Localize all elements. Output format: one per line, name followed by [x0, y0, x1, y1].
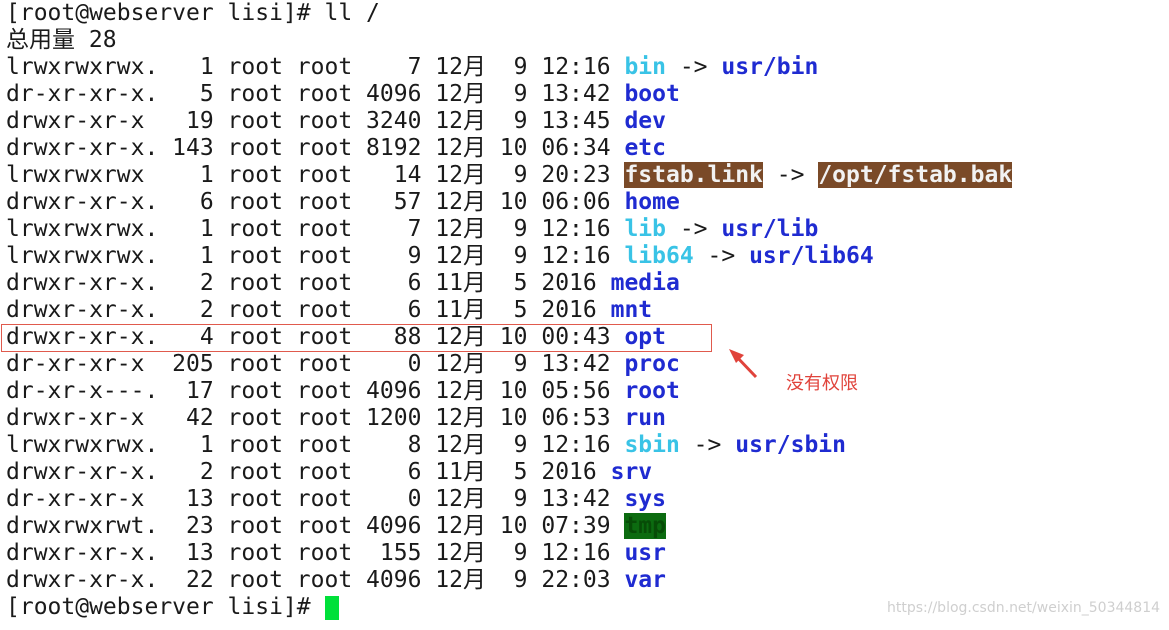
listing-row: drwxr-xr-x. 6 root root 57 12月 10 06:06 … [6, 189, 1012, 216]
entry-name: lib64 [624, 243, 694, 269]
entry-name: run [624, 405, 666, 431]
entry-meta: lrwxrwxrwx 1 root root 14 12月 9 20:23 [6, 162, 625, 188]
listing-row: lrwxrwxrwx 1 root root 14 12月 9 20:23 fs… [6, 162, 1013, 189]
entry-name: boot [624, 81, 680, 107]
listing-row: drwxr-xr-x. 13 root root 155 12月 9 12:16… [6, 540, 1012, 567]
entry-name: bin [624, 54, 666, 80]
entry-name: etc [624, 135, 666, 161]
entry-meta: drwxr-xr-x. 2 root root 6 11月 5 2016 [6, 270, 611, 296]
entry-meta: drwxrwxrwt. 23 root root 4096 12月 10 07:… [6, 513, 625, 539]
symlink-arrow: -> [665, 54, 722, 80]
entry-name: var [624, 567, 666, 593]
entry-name: srv [610, 459, 653, 485]
listing-row: dr-xr-x---. 17 root root 4096 12月 10 05:… [6, 378, 1012, 405]
entry-name: sbin [624, 432, 680, 458]
listing-row: lrwxrwxrwx. 1 root root 9 12月 9 12:16 li… [6, 243, 1012, 270]
listing-row: lrwxrwxrwx. 1 root root 7 12月 9 12:16 bi… [6, 54, 1012, 81]
listing-row: dr-xr-xr-x 13 root root 0 12月 9 13:42 sy… [6, 486, 1012, 513]
listing-row: drwxr-xr-x 19 root root 3240 12月 9 13:45… [6, 108, 1012, 135]
command-line: [root@webserver lisi]# ll / [6, 0, 380, 26]
entry-meta: lrwxrwxrwx. 1 root root 8 12月 9 12:16 [6, 432, 625, 458]
symlink-target: /opt/fstab.bak [818, 162, 1013, 188]
annotation-arrow-icon [729, 349, 758, 379]
symlink-target: usr/bin [721, 54, 819, 80]
entry-meta: drwxr-xr-x. 2 root root 6 11月 5 2016 [6, 297, 611, 323]
entry-meta: drwxr-xr-x. 22 root root 4096 12月 9 22:0… [6, 567, 625, 593]
entry-meta: drwxr-xr-x 19 root root 3240 12月 9 13:45 [6, 108, 625, 134]
entry-meta: drwxr-xr-x. 2 root root 6 11月 5 2016 [6, 459, 611, 485]
entry-meta: dr-xr-xr-x 205 root root 0 12月 9 13:42 [6, 351, 625, 377]
entry-meta: dr-xr-xr-x 13 root root 0 12月 9 13:42 [6, 486, 625, 512]
entry-meta: lrwxrwxrwx. 1 root root 7 12月 9 12:16 [6, 54, 625, 80]
listing-row: drwxr-xr-x. 2 root root 6 11月 5 2016 med… [6, 270, 1012, 297]
entry-name: lib [624, 216, 666, 242]
entry-name: home [624, 189, 680, 215]
symlink-arrow: -> [693, 243, 750, 269]
entry-meta: drwxr-xr-x. 143 root root 8192 12月 10 06… [6, 135, 625, 161]
listing-row: lrwxrwxrwx. 1 root root 8 12月 9 12:16 sb… [6, 432, 1012, 459]
entry-meta: dr-xr-x---. 17 root root 4096 12月 10 05:… [6, 378, 625, 404]
entry-name: sys [624, 486, 666, 512]
entry-name: root [624, 378, 680, 404]
listing-row: dr-xr-xr-x 205 root root 0 12月 9 13:42 p… [6, 351, 1012, 378]
listing-row: lrwxrwxrwx. 1 root root 7 12月 9 12:16 li… [6, 216, 1012, 243]
entry-name: proc [624, 351, 680, 377]
cursor [324, 595, 339, 620]
listing-row: drwxr-xr-x. 2 root root 6 11月 5 2016 srv [6, 459, 1012, 486]
entry-name: mnt [610, 297, 653, 323]
entry-meta: drwxr-xr-x. 13 root root 155 12月 9 12:16 [6, 540, 625, 566]
entry-name: tmp [624, 513, 666, 539]
entry-name: fstab.link [624, 162, 763, 188]
listing-row: drwxr-xr-x. 2 root root 6 11月 5 2016 mnt [6, 297, 1012, 324]
opt-highlight-box [1, 324, 712, 352]
total-line: 总用量 28 [6, 27, 117, 53]
entry-name: usr [624, 540, 666, 566]
symlink-arrow: -> [762, 162, 819, 188]
symlink-target: usr/lib [721, 216, 819, 242]
annotation-text: 没有权限 [786, 373, 858, 394]
prompt-line: [root@webserver lisi]# [6, 594, 1012, 621]
entry-meta: dr-xr-xr-x. 5 root root 4096 12月 9 13:42 [6, 81, 625, 107]
entry-meta: lrwxrwxrwx. 1 root root 9 12月 9 12:16 [6, 243, 625, 269]
symlink-arrow: -> [679, 432, 736, 458]
listing-row: drwxrwxrwt. 23 root root 4096 12月 10 07:… [6, 513, 1012, 540]
listing-row: drwxr-xr-x. 143 root root 8192 12月 10 06… [6, 135, 1012, 162]
entry-meta: drwxr-xr-x. 6 root root 57 12月 10 06:06 [6, 189, 625, 215]
prompt: [root@webserver lisi]# [6, 594, 325, 620]
entry-name: media [610, 270, 680, 296]
terminal-output: [root@webserver lisi]# ll / 总用量 28 lrwxr… [6, 0, 1013, 621]
watermark: https://blog.csdn.net/weixin_50344814 [887, 600, 1161, 616]
entry-meta: lrwxrwxrwx. 1 root root 7 12月 9 12:16 [6, 216, 625, 242]
listing-row: drwxr-xr-x. 22 root root 4096 12月 9 22:0… [6, 567, 1012, 594]
listing-row: drwxr-xr-x 42 root root 1200 12月 10 06:5… [6, 405, 1012, 432]
entry-meta: drwxr-xr-x 42 root root 1200 12月 10 06:5… [6, 405, 625, 431]
listing-row: dr-xr-xr-x. 5 root root 4096 12月 9 13:42… [6, 81, 1012, 108]
entry-name: dev [624, 108, 666, 134]
symlink-arrow: -> [665, 216, 722, 242]
symlink-target: usr/sbin [735, 432, 846, 458]
symlink-target: usr/lib64 [749, 243, 874, 269]
